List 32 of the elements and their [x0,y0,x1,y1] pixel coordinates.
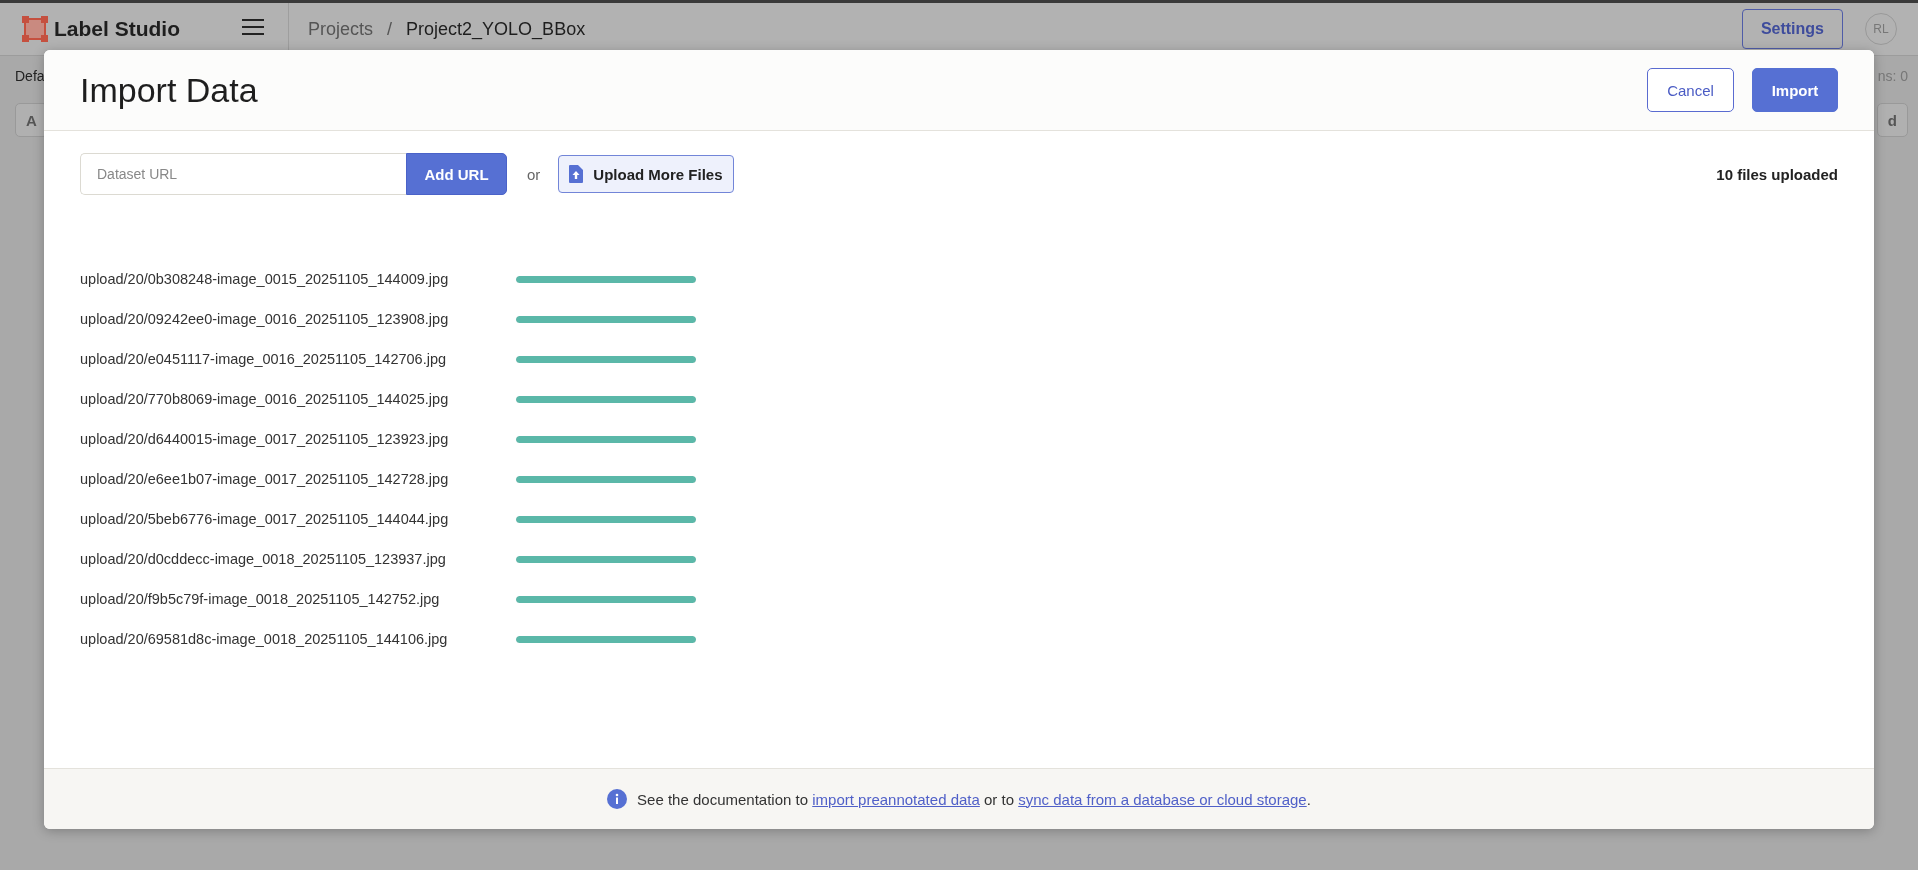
file-name: upload/20/0b308248-image_0015_20251105_144009.jpg [80,271,450,287]
file-name: upload/20/f9b5c79f-image_0018_20251105_142752.jpg [80,591,441,607]
footer-note: See the documentation to import preannotated data or to sync data from a database or cloud storage. [637,790,1311,808]
documentation-link[interactable]: import preannotated data [812,790,980,808]
upload-button[interactable]: Upload More Files [558,155,734,193]
file-name: upload/20/09242ee0-image_0016_20251105_123908.jpg [80,311,450,327]
app-name: Label Studio [54,17,180,41]
file-name: upload/20/d0cddecc-image_0018_20251105_123937.jpg [80,551,447,567]
logo-icon [22,16,48,42]
upload-status: 10 files uploaded [1716,165,1838,183]
info-icon [607,789,628,809]
menu-icon[interactable] [242,19,264,35]
view-tab[interactable]: Defa [15,68,45,84]
file-name: upload/20/e6ee1b07-image_0017_20251105_142728.jpg [80,471,450,487]
import-button[interactable]: Import [1752,68,1838,112]
file-name: upload/20/d6440015-image_0017_20251105_123923.jpg [80,431,450,447]
documentation-link[interactable]: sync data from a database or cloud storage [1018,790,1307,808]
file-name: upload/20/770b8069-image_0016_20251105_144025.jpg [80,391,450,407]
or-text: or [527,165,541,183]
cancel-button[interactable]: Cancel [1647,68,1734,112]
dialog-title: Import Data [80,70,259,110]
file-name: upload/20/e0451117-image_0016_20251105_142706.jpg [80,351,448,367]
breadcrumb-item[interactable]: Projects [308,18,374,40]
breadcrumb-separator: / [387,18,393,40]
toolbar-button[interactable]: d [1876,103,1908,137]
file-name: upload/20/5beb6776-image_0017_20251105_144044.jpg [80,511,450,527]
add-url-button[interactable]: Add URL [406,153,507,195]
file-upload-icon [569,165,584,183]
settings-button[interactable]: Settings [1741,9,1843,49]
file-name: upload/20/69581d8c-image_0018_20251105_144106.jpg [80,631,449,647]
url-input-field[interactable]: Dataset URL [80,153,406,195]
breadcrumb-item[interactable]: Project2_YOLO_BBox [406,18,586,40]
